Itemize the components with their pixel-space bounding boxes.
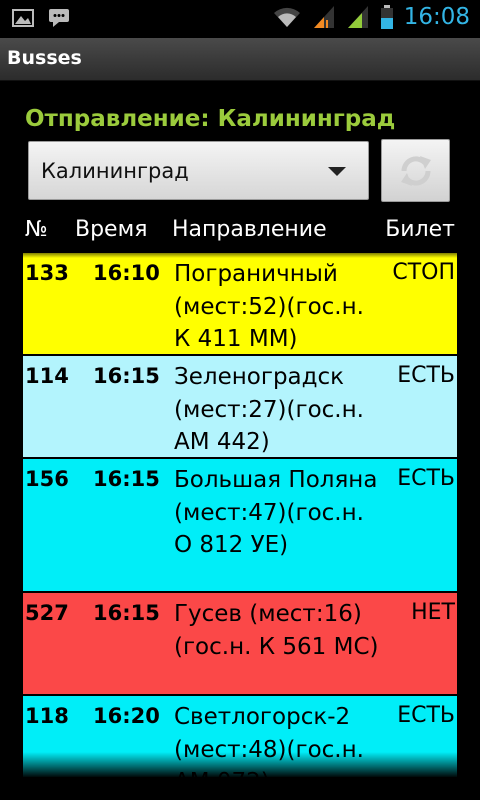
signal-1-icon — [313, 6, 334, 28]
departure-label: Отправление: Калининград — [25, 106, 396, 132]
title-bar: Busses — [0, 38, 480, 81]
bus-number: 114 — [25, 364, 69, 388]
list-item[interactable]: 527 16:15 Гусев (мест:16)(гос.н. К 561 М… — [23, 593, 457, 696]
status-bar: 16:08 — [0, 0, 480, 38]
bus-number: 156 — [25, 467, 69, 491]
list-item[interactable]: 114 16:15 Зеленоградск (мест:27)(гос.н. … — [23, 356, 457, 459]
direction: Пограничный (мест:52)(гос.н. К 411 ММ) — [174, 261, 364, 352]
bus-number: 118 — [25, 704, 69, 728]
departure-time: 16:15 — [93, 467, 160, 491]
list-item[interactable]: 118 16:20 Светлогорск-2 (мест:48)(гос.н.… — [23, 696, 457, 777]
picture-icon — [12, 9, 34, 27]
clock: 16:08 — [403, 4, 470, 30]
app-title: Busses — [7, 47, 82, 69]
list-item[interactable]: 133 16:10 Пограничный (мест:52)(гос.н. К… — [23, 253, 457, 356]
refresh-icon — [400, 155, 431, 186]
bus-number: 527 — [25, 601, 69, 625]
message-icon — [49, 9, 69, 27]
ticket-status: НЕТ — [411, 600, 455, 625]
bus-number: 133 — [25, 261, 69, 285]
direction: Зеленоградск (мест:27)(гос.н. АМ 442) — [174, 364, 364, 455]
list-item[interactable]: 156 16:15 Большая Поляна (мест:47)(гос.н… — [23, 459, 457, 593]
ticket-status: ЕСТЬ — [397, 363, 455, 388]
direction: Светлогорск-2 (мест:48)(гос.н. АМ 072) — [174, 704, 364, 777]
ticket-status: СТОП — [392, 260, 455, 285]
ticket-status: ЕСТЬ — [397, 703, 455, 728]
refresh-button[interactable] — [381, 139, 450, 202]
departure-time: 16:20 — [93, 704, 160, 728]
city-spinner[interactable]: Калининград — [28, 141, 369, 200]
dropdown-arrow-icon — [328, 167, 346, 176]
departure-time: 16:15 — [93, 601, 160, 625]
spinner-selected-value: Калининград — [41, 159, 189, 183]
departure-time: 16:15 — [93, 364, 160, 388]
signal-2-icon — [347, 6, 368, 28]
direction: Гусев (мест:16)(гос.н. К 561 МС) — [174, 601, 379, 660]
column-direction: Направление — [172, 217, 327, 242]
departure-time: 16:10 — [93, 261, 160, 285]
bus-list[interactable]: 133 16:10 Пограничный (мест:52)(гос.н. К… — [23, 253, 457, 777]
column-ticket: Билет — [385, 217, 455, 242]
battery-icon — [380, 5, 393, 29]
direction: Большая Поляна (мест:47)(гос.н. О 812 УЕ… — [174, 467, 378, 558]
ticket-status: ЕСТЬ — [397, 466, 455, 491]
column-time: Время — [75, 217, 148, 242]
column-number: № — [25, 217, 48, 242]
column-header: № Время Направление Билет — [0, 215, 480, 249]
wifi-icon — [273, 7, 300, 27]
